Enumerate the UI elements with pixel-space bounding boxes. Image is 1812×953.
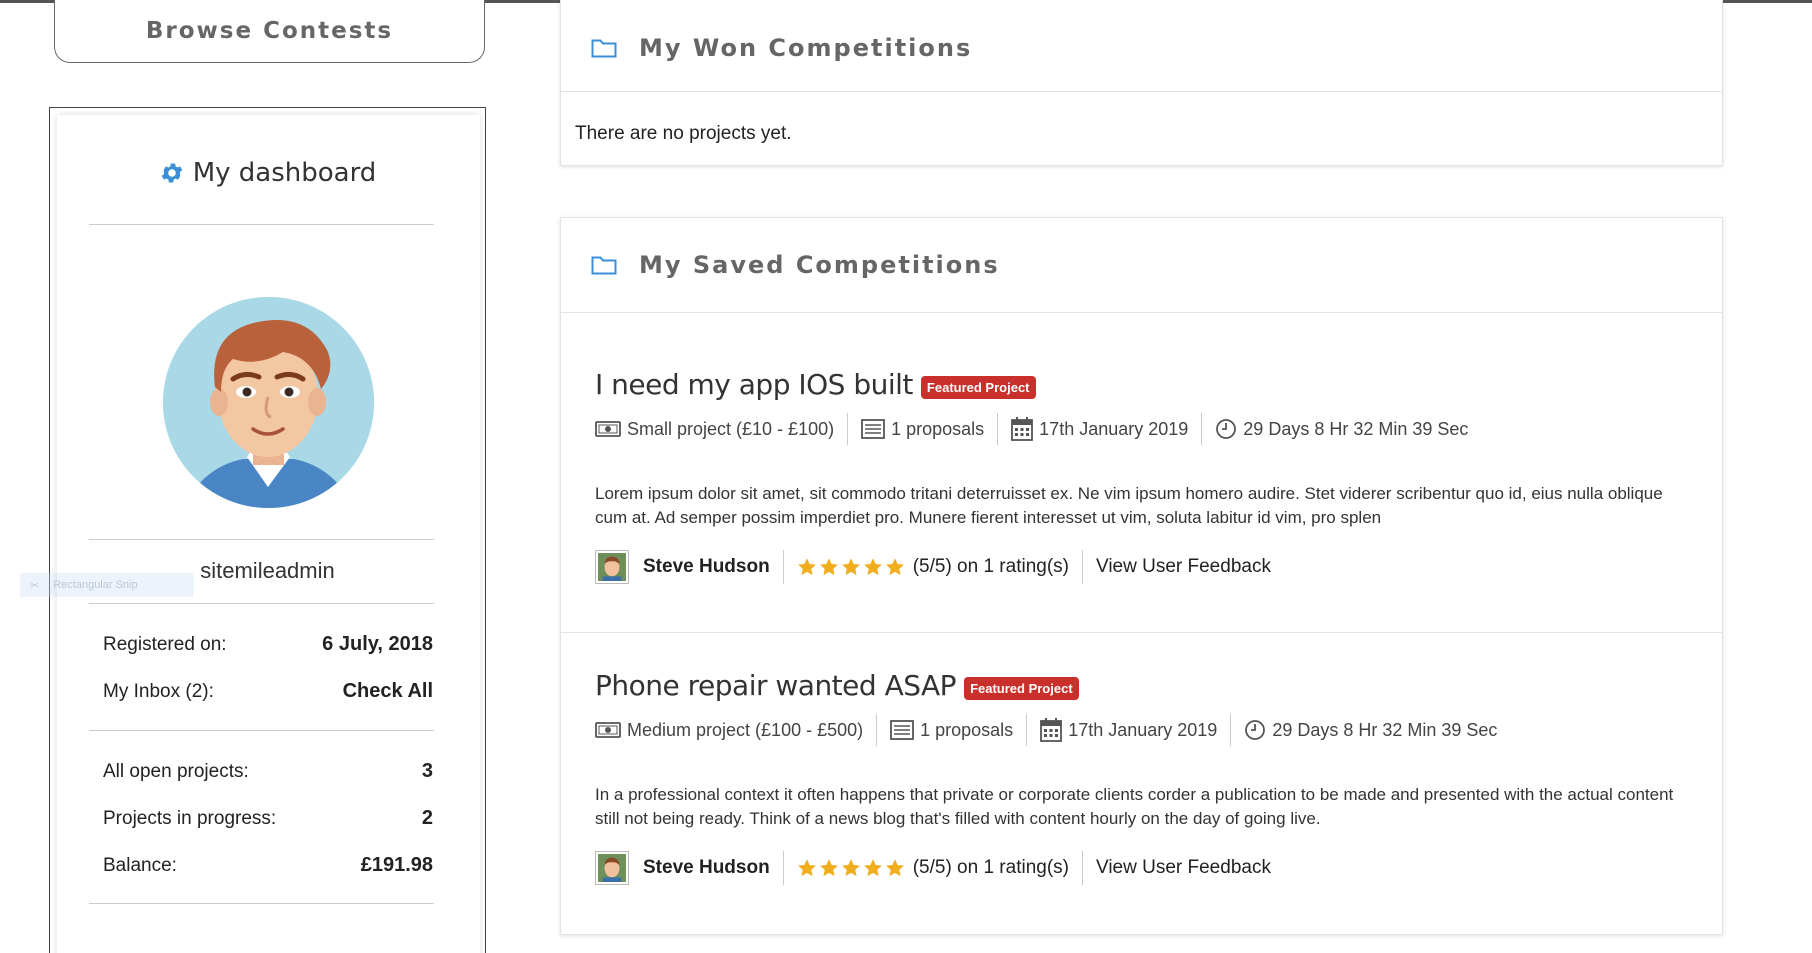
avatar-illustration: [163, 297, 374, 508]
user-avatar[interactable]: [595, 550, 629, 584]
divider: [89, 224, 434, 225]
stat-open-projects: All open projects: 3: [103, 760, 433, 782]
snip-icon: ✂: [30, 579, 40, 592]
feedback: View User Feedback: [1082, 550, 1284, 584]
project-owner-row: Steve Hudson (5/5) on 1 rating(s) View U…: [595, 550, 1284, 584]
folder-icon: [591, 39, 617, 58]
calendar-icon: [1040, 718, 1063, 742]
saved-competitions-panel: My Saved Competitions I need my app IOS …: [560, 217, 1723, 935]
star-icon: [841, 859, 860, 877]
panel-header: My Saved Competitions: [561, 218, 1722, 313]
rating: (5/5) on 1 rating(s): [782, 550, 1082, 584]
avatar: [163, 297, 374, 508]
budget: Medium project (£100 - £500): [595, 714, 876, 746]
proposals: 1 proposals: [847, 413, 997, 445]
check-all-link[interactable]: Check All: [343, 680, 433, 703]
money-icon: [595, 722, 621, 738]
panel-title: My Saved Competitions: [639, 251, 1000, 279]
proposals: 1 proposals: [876, 714, 1026, 746]
time-left: 29 Days 8 Hr 32 Min 39 Sec: [1230, 714, 1510, 746]
stat-in-progress: Projects in progress: 2: [103, 807, 433, 829]
dashboard-title: My dashboard: [49, 153, 486, 193]
user-avatar[interactable]: [595, 851, 629, 885]
list-icon: [890, 720, 915, 740]
project-meta: Small project (£10 - £100) 1 proposals 1…: [595, 413, 1481, 445]
list-icon: [861, 419, 886, 439]
divider: [89, 539, 434, 540]
rating-stars: [797, 858, 905, 878]
money-icon: [595, 421, 621, 437]
clock-icon: [1216, 419, 1237, 439]
project-separator: [561, 632, 1722, 633]
won-competitions-panel: My Won Competitions There are no project…: [560, 0, 1723, 166]
browse-contests-button[interactable]: Browse Contests: [54, 0, 485, 63]
view-feedback-link[interactable]: View User Feedback: [1096, 857, 1271, 879]
divider: [89, 603, 434, 604]
posted-date: 17th January 2019: [1026, 714, 1230, 746]
time-left: 29 Days 8 Hr 32 Min 39 Sec: [1201, 413, 1481, 445]
owner-name[interactable]: Steve Hudson: [643, 556, 770, 578]
rating-stars: [797, 557, 905, 577]
project-description: In a professional context it often happe…: [595, 785, 1674, 828]
owner-name[interactable]: Steve Hudson: [643, 857, 770, 879]
star-icon: [885, 558, 904, 576]
stat-balance: Balance: £191.98: [103, 854, 433, 876]
budget: Small project (£10 - £100): [595, 413, 847, 445]
username: sitemileadmin: [200, 558, 335, 583]
owner: Steve Hudson: [595, 550, 783, 584]
feedback: View User Feedback: [1082, 851, 1284, 885]
divider: [89, 730, 434, 731]
calendar-icon: [1011, 417, 1034, 441]
gear-icon: [161, 163, 182, 183]
rating: (5/5) on 1 rating(s): [782, 851, 1082, 885]
panel-header: My Won Competitions: [561, 0, 1722, 92]
rating-text: (5/5) on 1 rating(s): [912, 857, 1069, 878]
project-title-link[interactable]: I need my app IOS built: [595, 368, 913, 401]
empty-message: There are no projects yet.: [575, 123, 792, 144]
project-owner-row: Steve Hudson (5/5) on 1 rating(s) View U…: [595, 851, 1284, 885]
star-icon: [819, 558, 838, 576]
rating-text: (5/5) on 1 rating(s): [912, 556, 1069, 577]
panel-title: My Won Competitions: [639, 34, 973, 62]
project-title-row: Phone repair wanted ASAP Featured Projec…: [595, 669, 1079, 702]
dashboard-title-text: My dashboard: [192, 158, 377, 188]
star-icon: [863, 558, 882, 576]
featured-badge: Featured Project: [964, 677, 1079, 700]
project-title-link[interactable]: Phone repair wanted ASAP: [595, 669, 957, 702]
star-icon: [885, 859, 904, 877]
star-icon: [863, 859, 882, 877]
clock-icon: [1245, 720, 1266, 740]
star-icon: [819, 859, 838, 877]
folder-icon: [591, 256, 617, 275]
project-title-row: I need my app IOS built Featured Project: [595, 368, 1036, 401]
project-description: Lorem ipsum dolor sit amet, sit commodo …: [595, 484, 1663, 527]
stat-registered: Registered on: 6 July, 2018: [103, 633, 433, 655]
star-icon: [797, 859, 816, 877]
divider: [89, 903, 434, 904]
featured-badge: Featured Project: [920, 376, 1036, 399]
owner: Steve Hudson: [595, 851, 783, 885]
project-meta: Medium project (£100 - £500) 1 proposals…: [595, 714, 1510, 746]
view-feedback-link[interactable]: View User Feedback: [1096, 556, 1271, 578]
star-icon: [841, 558, 860, 576]
posted-date: 17th January 2019: [997, 413, 1201, 445]
star-icon: [797, 558, 816, 576]
stat-inbox: My Inbox (2): Check All: [103, 680, 433, 703]
